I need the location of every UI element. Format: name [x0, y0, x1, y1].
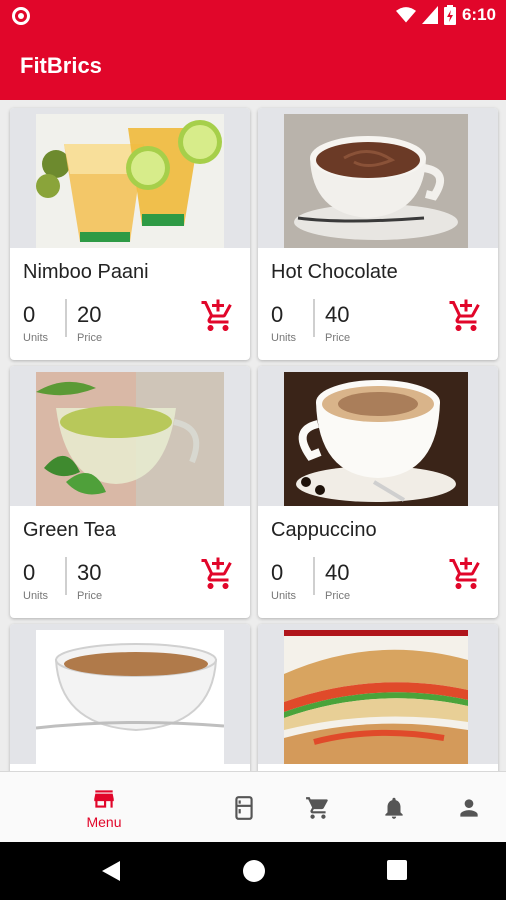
milk-tea-image [10, 624, 250, 764]
product-card[interactable] [258, 624, 498, 771]
fridge-icon [235, 795, 253, 820]
price-label: Price [77, 332, 103, 344]
cappuccino-image [258, 366, 498, 506]
price-value: 30 [77, 560, 102, 585]
divider [313, 557, 315, 595]
status-icons: 6:10 [395, 5, 496, 25]
nav-notifications[interactable] [374, 772, 414, 843]
units-value: 0 [271, 560, 284, 585]
green-tea-image [10, 366, 250, 506]
add-to-cart-icon[interactable] [200, 298, 236, 334]
product-name: Cappuccino [271, 519, 377, 541]
price-value: 20 [77, 302, 102, 327]
system-navigation-bar [0, 842, 506, 900]
person-icon [460, 798, 478, 817]
price-label: Price [325, 590, 351, 602]
recents-icon[interactable] [386, 859, 408, 881]
units-label: Units [23, 590, 49, 602]
add-to-cart-icon[interactable] [448, 298, 484, 334]
product-card[interactable]: Hot Chocolate 0 Units 40 Price [258, 108, 498, 360]
add-to-cart-icon[interactable] [200, 556, 236, 592]
app-bar: FitBrics [0, 32, 506, 100]
units-label: Units [23, 332, 49, 344]
product-card[interactable] [10, 624, 250, 771]
signal-icon [421, 6, 438, 24]
lemonade-image [10, 108, 250, 248]
notification-icon [12, 7, 30, 25]
units-label: Units [271, 332, 297, 344]
nav-profile[interactable] [449, 772, 489, 843]
status-time: 6:10 [461, 5, 496, 24]
units-label: Units [271, 590, 297, 602]
nav-cart[interactable] [298, 772, 338, 843]
units-value: 0 [23, 560, 36, 585]
add-to-cart-icon[interactable] [448, 556, 484, 592]
product-name: Hot Chocolate [271, 261, 398, 283]
battery-icon [443, 5, 456, 25]
product-name: Nimboo Paani [23, 261, 149, 283]
price-value: 40 [325, 302, 350, 327]
units-value: 0 [271, 302, 284, 327]
divider [65, 299, 67, 337]
home-icon[interactable] [242, 859, 266, 883]
status-bar: 6:10 [0, 0, 506, 32]
nav-fridge[interactable] [224, 772, 264, 843]
hot-chocolate-image [258, 108, 498, 248]
bottom-navigation: Menu [0, 771, 506, 842]
app-title: FitBrics [20, 53, 102, 78]
product-card[interactable]: Cappuccino 0 Units 40 Price [258, 366, 498, 618]
price-label: Price [325, 332, 351, 344]
product-name: Green Tea [23, 519, 117, 541]
price-label: Price [77, 590, 103, 602]
bell-icon [385, 797, 403, 819]
back-icon[interactable] [100, 859, 122, 883]
divider [313, 299, 315, 337]
nav-menu[interactable]: Menu [68, 772, 140, 843]
wifi-icon [395, 7, 416, 23]
store-icon [94, 789, 114, 808]
product-card[interactable]: Green Tea 0 Units 30 Price [10, 366, 250, 618]
product-card[interactable]: Nimboo Paani 0 Units 20 Price [10, 108, 250, 360]
divider [65, 557, 67, 595]
product-grid[interactable]: Nimboo Paani 0 Units 20 Price Hot Chocol… [0, 100, 506, 771]
price-value: 40 [325, 560, 350, 585]
units-value: 0 [23, 302, 36, 327]
sandwich-image [258, 624, 498, 764]
nav-menu-label: Menu [86, 813, 122, 830]
cart-icon [306, 796, 328, 819]
